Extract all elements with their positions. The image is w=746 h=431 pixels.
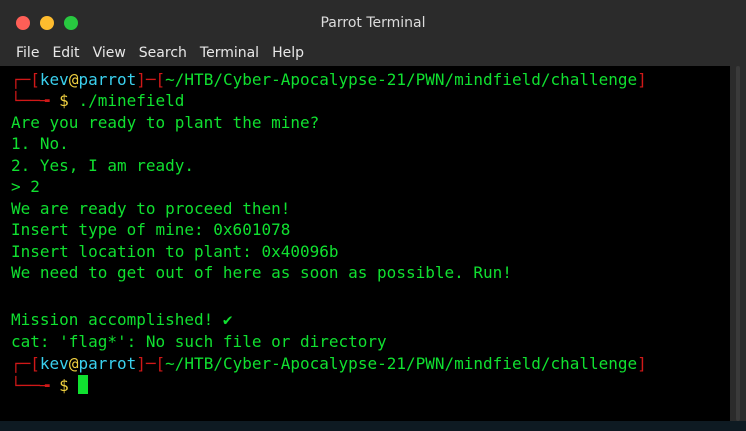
- prompt-line: ┌─[kev@parrot]─[~/HTB/Cyber-Apocalypse-2…: [11, 70, 647, 89]
- output-line: Insert location to plant: 0x40096b: [11, 242, 339, 261]
- text-cursor: [78, 375, 89, 394]
- scrollbar-thumb[interactable]: [736, 66, 740, 421]
- menu-terminal[interactable]: Terminal: [195, 40, 264, 66]
- prompt-path: ~/HTB/Cyber-Apocalypse-21/PWN/mindfield/…: [165, 354, 638, 373]
- title-bar[interactable]: Parrot Terminal: [0, 0, 746, 40]
- output-line: 1. No.: [11, 134, 69, 153]
- menu-file[interactable]: File: [11, 40, 44, 66]
- menu-edit[interactable]: Edit: [47, 40, 84, 66]
- terminal-window: Parrot Terminal File Edit View Search Te…: [0, 0, 746, 431]
- desktop-background: [0, 421, 746, 431]
- menu-help[interactable]: Help: [267, 40, 309, 66]
- prompt-host: parrot: [78, 70, 137, 89]
- prompt-line: ┌─[kev@parrot]─[~/HTB/Cyber-Apocalypse-2…: [11, 354, 647, 373]
- command-text: ./minefield: [78, 91, 185, 110]
- output-line: > 2: [11, 177, 40, 196]
- output-line: 2. Yes, I am ready.: [11, 156, 195, 175]
- prompt-user: kev: [39, 70, 69, 89]
- output-line: We need to get out of here as soon as po…: [11, 263, 512, 282]
- menu-search[interactable]: Search: [134, 40, 192, 66]
- menu-view[interactable]: View: [88, 40, 131, 66]
- terminal-output-area[interactable]: ┌─[kev@parrot]─[~/HTB/Cyber-Apocalypse-2…: [0, 66, 730, 421]
- command-line: └──╼ $ ./minefield: [11, 91, 185, 110]
- prompt-host: parrot: [78, 354, 137, 373]
- command-line[interactable]: └──╼ $: [11, 375, 89, 396]
- output-line: Mission accomplished! ✔: [11, 310, 233, 329]
- menu-bar: File Edit View Search Terminal Help: [0, 40, 746, 66]
- prompt-symbol: $: [59, 91, 69, 110]
- window-title: Parrot Terminal: [320, 15, 426, 31]
- scrollbar[interactable]: [730, 66, 746, 421]
- output-line: Insert type of mine: 0x601078: [11, 220, 291, 239]
- prompt-at: @: [68, 354, 79, 373]
- prompt-path: ~/HTB/Cyber-Apocalypse-21/PWN/mindfield/…: [165, 70, 638, 89]
- output-line: We are ready to proceed then!: [11, 199, 291, 218]
- prompt-user: kev: [39, 354, 69, 373]
- prompt-symbol: $: [59, 376, 69, 395]
- output-line: cat: 'flag*': No such file or directory: [11, 332, 387, 351]
- prompt-at: @: [68, 70, 79, 89]
- output-line: Are you ready to plant the mine?: [11, 113, 320, 132]
